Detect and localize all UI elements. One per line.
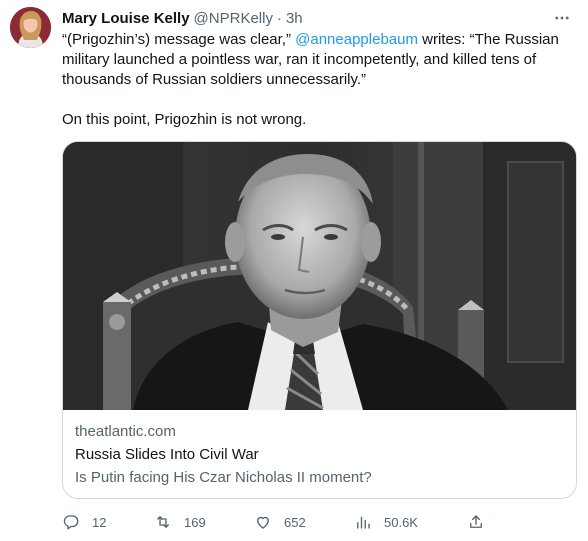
reply-count: 12 — [92, 514, 107, 530]
more-options-button[interactable] — [550, 7, 574, 29]
tweet[interactable]: Mary Louise Kelly @NPRKelly · 3h “(Prigo… — [0, 0, 588, 541]
views-icon — [357, 516, 370, 529]
view-count: 50.6K — [384, 514, 418, 530]
views-button[interactable]: 50.6K — [354, 510, 418, 534]
author-name[interactable]: Mary Louise Kelly — [62, 10, 190, 27]
separator-dot: · — [276, 9, 282, 27]
card-description: Is Putin facing His Czar Nicholas II mom… — [75, 469, 372, 486]
tweet-paragraph-1: “(Prigozhin’s) message was clear,” @anne… — [62, 30, 574, 90]
tweet-text: “(Prigozhin’s) message was clear,” @anne… — [62, 30, 574, 130]
tweet-header: Mary Louise Kelly @NPRKelly · 3h — [62, 7, 574, 29]
share-icon — [470, 515, 482, 528]
avatar[interactable] — [10, 7, 51, 48]
retweet-icon — [157, 516, 169, 528]
card-image[interactable] — [63, 142, 576, 410]
card-title: Russia Slides Into Civil War — [75, 446, 259, 463]
reply-button[interactable]: 12 — [62, 510, 106, 534]
card-domain: theatlantic.com — [75, 423, 176, 440]
tweet-text-pre: “(Prigozhin’s) message was clear,” — [62, 31, 296, 48]
link-card[interactable]: theatlantic.com Russia Slides Into Civil… — [62, 141, 577, 499]
action-bar: 12 169 652 50.6K — [62, 510, 492, 534]
retweet-button[interactable]: 169 — [154, 510, 206, 534]
timestamp[interactable]: 3h — [286, 10, 303, 27]
reply-icon — [63, 515, 79, 530]
like-button[interactable]: 652 — [254, 510, 306, 534]
card-body: theatlantic.com Russia Slides Into Civil… — [75, 418, 564, 488]
retweet-count: 169 — [184, 514, 206, 530]
mention-link[interactable]: @anneapplebaum — [295, 31, 418, 48]
more-options-icon — [555, 16, 569, 20]
tweet-paragraph-2: On this point, Prigozhin is not wrong. — [62, 111, 307, 128]
heart-icon — [257, 516, 269, 529]
like-count: 652 — [284, 514, 306, 530]
author-handle[interactable]: @NPRKelly — [194, 10, 273, 27]
share-button[interactable] — [467, 510, 485, 534]
